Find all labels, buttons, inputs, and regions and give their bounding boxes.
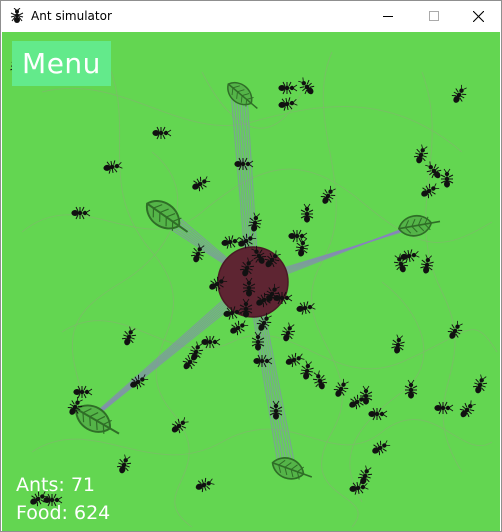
leaf-food bbox=[75, 404, 120, 435]
ant bbox=[192, 176, 211, 192]
ant bbox=[300, 203, 314, 223]
window-title: Ant simulator bbox=[31, 9, 112, 23]
ant bbox=[71, 206, 91, 220]
ant bbox=[333, 378, 349, 397]
ant bbox=[73, 385, 93, 399]
ant bbox=[425, 161, 442, 179]
food-count: Food: 624 bbox=[16, 502, 111, 524]
ant-nest[interactable] bbox=[217, 246, 289, 318]
ant bbox=[413, 144, 429, 164]
menu-button[interactable]: Menu bbox=[12, 41, 111, 86]
leaf-food bbox=[397, 214, 441, 237]
ant bbox=[230, 320, 249, 336]
ant-icon bbox=[9, 7, 25, 24]
maximize-icon bbox=[429, 11, 439, 21]
minimize-button[interactable] bbox=[365, 1, 411, 31]
ant bbox=[221, 235, 241, 249]
ant bbox=[171, 417, 189, 434]
ant bbox=[357, 465, 373, 485]
ant bbox=[195, 477, 215, 493]
close-button[interactable] bbox=[455, 1, 501, 31]
maximize-button[interactable] bbox=[411, 1, 457, 31]
ant bbox=[312, 370, 328, 390]
ant bbox=[420, 254, 434, 274]
ant bbox=[280, 322, 296, 342]
ant bbox=[278, 81, 298, 95]
ant-count: Ants: 71 bbox=[16, 474, 96, 496]
simulation-field bbox=[10, 51, 498, 531]
ant bbox=[440, 168, 454, 188]
ant bbox=[201, 335, 221, 349]
ant bbox=[278, 97, 298, 111]
ant bbox=[359, 385, 373, 405]
ant bbox=[116, 454, 132, 474]
ant bbox=[372, 440, 391, 456]
ant bbox=[472, 374, 488, 394]
ant bbox=[404, 379, 418, 399]
ant bbox=[391, 334, 405, 354]
leaf-food bbox=[271, 457, 313, 480]
ant bbox=[298, 77, 315, 95]
ant bbox=[288, 229, 308, 243]
ant bbox=[349, 481, 369, 495]
title-bar[interactable]: Ant simulator bbox=[1, 1, 501, 31]
game-canvas[interactable]: Menu Ants: 71 Food: 624 bbox=[2, 32, 500, 531]
ant bbox=[166, 530, 187, 531]
ant bbox=[300, 360, 314, 380]
close-icon bbox=[472, 10, 484, 22]
ant bbox=[451, 84, 467, 103]
ant bbox=[459, 400, 476, 418]
ant bbox=[152, 126, 172, 140]
app-window: Ant simulator Menu Ants: 71 Food: 624 bbox=[0, 0, 502, 532]
ant bbox=[421, 183, 440, 199]
minimize-icon bbox=[383, 16, 393, 17]
